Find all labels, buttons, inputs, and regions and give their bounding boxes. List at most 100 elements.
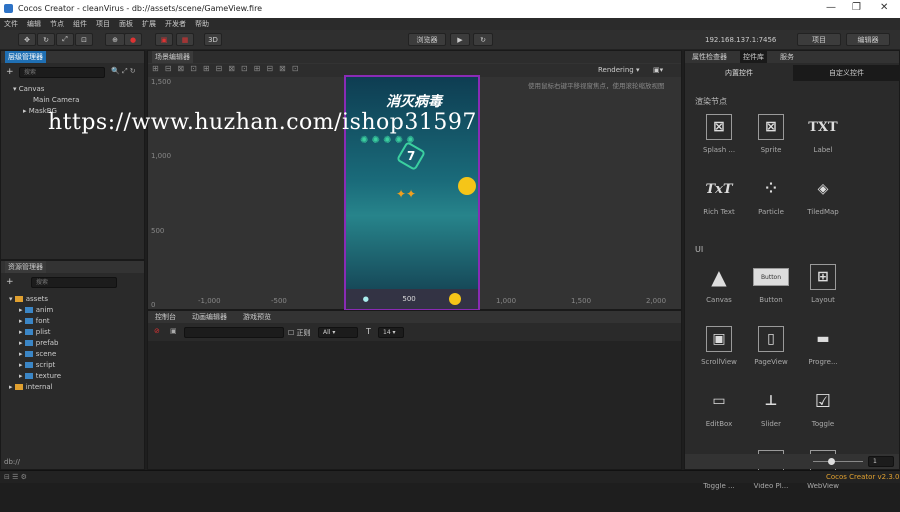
- open-editor-button[interactable]: 编辑器: [846, 33, 890, 46]
- menu-component[interactable]: 组件: [73, 19, 87, 29]
- x-label: -1,000: [198, 297, 221, 305]
- widget-rich-text[interactable]: TxT Rich Text: [693, 176, 745, 238]
- hierarchy-search-input[interactable]: 搜索: [19, 67, 105, 78]
- widget-splash-sprite[interactable]: ⊠ Splash ...: [693, 114, 745, 176]
- menu-file[interactable]: 文件: [4, 19, 18, 29]
- widget-scrollview[interactable]: ▣ ScrollView: [693, 326, 745, 388]
- grid-icon[interactable]: ▦: [176, 33, 194, 46]
- hierarchy-tools-icon[interactable]: 🔍 ⤢ ↻: [111, 67, 136, 76]
- console-tabbar: 控制台 动画编辑器 游戏预览: [148, 311, 681, 323]
- x-label: -500: [271, 297, 287, 305]
- open-project-button[interactable]: 项目: [797, 33, 841, 46]
- scene-hint: 使用鼠标右键平移视窗焦点，使用滚轮缩放视图: [528, 82, 665, 90]
- coin-button-icon[interactable]: [449, 293, 462, 305]
- refresh-button-icon[interactable]: ↻: [473, 33, 493, 46]
- tab-animation[interactable]: 动画编辑器: [189, 311, 230, 323]
- x-label: 1,500: [571, 297, 592, 305]
- tab-console[interactable]: 控制台: [152, 311, 179, 323]
- widget-sprite[interactable]: ⊠ Sprite: [745, 114, 797, 176]
- assets-search-input[interactable]: 搜索: [31, 277, 117, 288]
- asset-folder-internal[interactable]: ▸ internal: [9, 382, 61, 393]
- tab-assets[interactable]: 资源管理器: [5, 261, 46, 273]
- font-size-select[interactable]: 14 ▾: [378, 327, 404, 338]
- section-ui: UI: [695, 245, 704, 254]
- tab-services[interactable]: 服务: [777, 51, 797, 63]
- tree-node-main-camera[interactable]: Main Camera: [13, 95, 79, 106]
- widget-slider[interactable]: ⊥ Slider: [745, 388, 797, 450]
- pivot-toggle-icon[interactable]: ⊕: [105, 33, 125, 46]
- tab-component-library[interactable]: 控件库: [740, 51, 767, 63]
- status-bar: ⊟ ☰ ⚙ Cocos Creator v2.3.0: [0, 470, 900, 483]
- toggle-3d-button[interactable]: 3D: [204, 33, 222, 46]
- widget-tiledmap[interactable]: ◈ TiledMap: [797, 176, 849, 238]
- menu-edit[interactable]: 编辑: [27, 19, 41, 29]
- asset-folder-prefab[interactable]: ▸ prefab: [9, 338, 61, 349]
- menu-help[interactable]: 帮助: [195, 19, 209, 29]
- tab-inspector[interactable]: 属性检查器: [689, 51, 730, 63]
- snap-icon[interactable]: ▣: [155, 33, 173, 46]
- console-filter-input[interactable]: [184, 327, 284, 338]
- asset-folder-script[interactable]: ▸ script: [9, 360, 61, 371]
- label-icon: TXT: [808, 119, 838, 135]
- main-toolbar: ✥ ↻ ⤢ ⊡ ⊕ ● ▣ ▦ 3D 浏览器 ▶ ↻ 192.168.137.1…: [0, 30, 900, 50]
- window-title: Cocos Creator - cleanVirus - db://assets…: [18, 4, 263, 13]
- font-size-icon: T: [366, 327, 371, 336]
- tab-game-preview[interactable]: 游戏预览: [240, 311, 274, 323]
- regex-checkbox[interactable]: ☐ 正则: [288, 328, 311, 338]
- asset-folder-plist[interactable]: ▸ plist: [9, 327, 61, 338]
- preview-platform-select[interactable]: 浏览器: [408, 33, 446, 46]
- subtab-builtin[interactable]: 内置控件: [685, 65, 793, 81]
- asset-folder-texture[interactable]: ▸ texture: [9, 371, 61, 382]
- tab-scene[interactable]: 场景编辑器: [152, 51, 193, 63]
- move-tool-icon[interactable]: ✥: [18, 33, 36, 46]
- asset-folder-font[interactable]: ▸ font: [9, 316, 61, 327]
- clear-console-icon[interactable]: ⊘: [154, 327, 160, 335]
- slider-icon: ⊥: [764, 393, 778, 409]
- asset-folder-scene[interactable]: ▸ scene: [9, 349, 61, 360]
- game-score: 500: [402, 295, 416, 303]
- scale-tool-icon[interactable]: ⤢: [56, 33, 74, 46]
- tab-hierarchy[interactable]: 层级管理器: [5, 51, 46, 63]
- widget-layout[interactable]: ⊞ Layout: [797, 264, 849, 326]
- close-button[interactable]: ✕: [880, 2, 888, 13]
- menu-node[interactable]: 节点: [50, 19, 64, 29]
- rect-tool-icon[interactable]: ⊡: [75, 33, 93, 46]
- widget-particle[interactable]: ⁘ Particle: [745, 176, 797, 238]
- subtab-custom[interactable]: 自定义控件: [793, 65, 900, 81]
- skill-icon: ●: [362, 295, 369, 303]
- widget-button[interactable]: Button Button: [745, 264, 797, 326]
- y-label: 500: [151, 227, 165, 235]
- add-asset-icon[interactable]: +: [6, 277, 14, 287]
- toggle-icon: ☑: [814, 390, 832, 412]
- menu-project[interactable]: 项目: [96, 19, 110, 29]
- menu-panel[interactable]: 面板: [119, 19, 133, 29]
- open-log-icon[interactable]: ▣: [170, 327, 177, 335]
- zoom-slider-handle[interactable]: [828, 458, 835, 465]
- hierarchy-panel: 层级管理器 + 搜索 🔍 ⤢ ↻ ▾ Canvas Main Camera ▸ …: [0, 50, 145, 260]
- rotate-tool-icon[interactable]: ↻: [37, 33, 55, 46]
- maximize-button[interactable]: ❐: [852, 2, 861, 13]
- widget-progressbar[interactable]: ▬ Progre...: [797, 326, 849, 388]
- widget-label[interactable]: TXT Label: [797, 114, 849, 176]
- coin-icon: [458, 177, 476, 195]
- minimize-button[interactable]: —: [826, 2, 836, 13]
- zoom-value-input[interactable]: 1: [868, 456, 894, 467]
- menu-extension[interactable]: 扩展: [142, 19, 156, 29]
- rendering-select[interactable]: Rendering ▾: [598, 66, 640, 74]
- component-library-panel: 属性检查器 控件库 服务 内置控件 自定义控件 渲染节点 ⊠ Splash ...…: [684, 50, 900, 490]
- widget-editbox[interactable]: ▭ EditBox: [693, 388, 745, 450]
- global-toggle-icon[interactable]: ●: [124, 33, 142, 46]
- status-icons[interactable]: ⊟ ☰ ⚙: [4, 473, 27, 481]
- zoom-slider-track[interactable]: [813, 461, 863, 462]
- widget-pageview[interactable]: ▯ PageView: [745, 326, 797, 388]
- tree-node-canvas[interactable]: ▾ Canvas: [13, 84, 79, 95]
- widget-canvas[interactable]: ▲ Canvas: [693, 264, 745, 326]
- log-level-select[interactable]: All ▾: [318, 327, 358, 338]
- camera-icon[interactable]: ▣▾: [653, 66, 663, 74]
- play-button-icon[interactable]: ▶: [450, 33, 470, 46]
- asset-folder-root[interactable]: ▾ assets: [9, 294, 61, 305]
- add-node-icon[interactable]: +: [6, 67, 14, 77]
- widget-toggle[interactable]: ☑ Toggle: [797, 388, 849, 450]
- asset-folder-anim[interactable]: ▸ anim: [9, 305, 61, 316]
- menu-developer[interactable]: 开发者: [165, 19, 186, 29]
